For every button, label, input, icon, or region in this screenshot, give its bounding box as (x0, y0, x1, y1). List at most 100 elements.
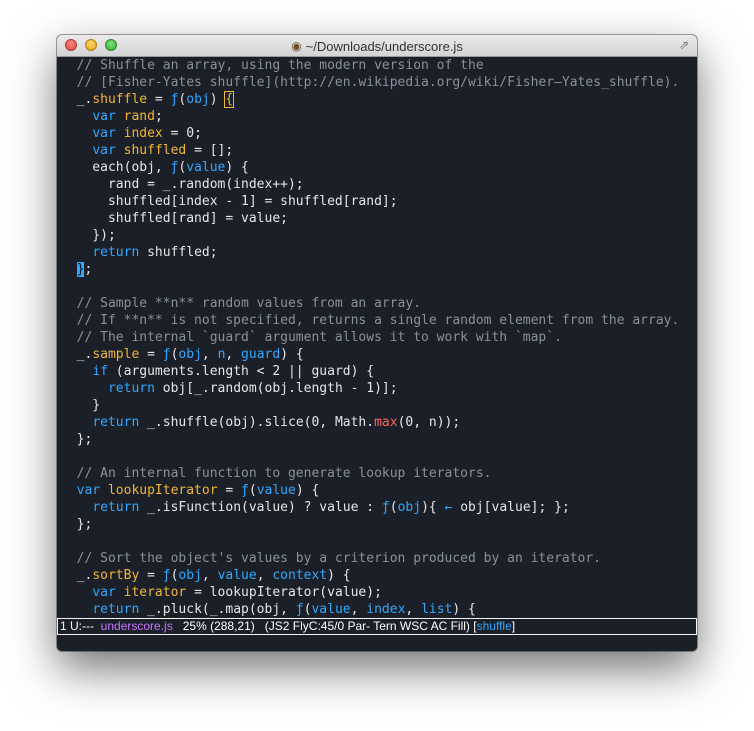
code-line: // [Fisher-Yates shuffle](http://en.wiki… (57, 74, 697, 91)
code-token: lookupIterator (107, 483, 218, 498)
code-token: var (76, 483, 101, 498)
code-line: // Sample **n** random values from an ar… (57, 295, 697, 312)
code-token: var (92, 585, 116, 600)
code-token: shuffled; (139, 245, 218, 260)
code-token: value (217, 568, 257, 583)
fullscreen-icon[interactable]: ⇗ (677, 38, 691, 52)
code-token: rand (123, 109, 155, 124)
window-title: ~/Downloads/underscore.js (305, 38, 463, 54)
code-line: rand = _.random(index++); (57, 176, 697, 193)
code-line: return _.pluck(_.map(obj, ƒ(value, index… (57, 601, 697, 618)
code-line: } (57, 397, 697, 414)
modeline-function: shuffle (476, 619, 512, 633)
code-token: // An internal function to generate look… (61, 466, 492, 481)
code-token: ( (248, 483, 257, 498)
code-line: // If **n** is not specified, returns a … (57, 312, 697, 329)
code-token: ) { (280, 347, 304, 362)
code-token: obj[value]; }; (452, 500, 570, 515)
code-token: _. (61, 92, 93, 107)
code-token: _.isFunction(value) ? value : (139, 500, 382, 515)
code-token: = []; (186, 143, 234, 158)
code-token: = lookupIterator(value); (186, 585, 382, 600)
code-token: ) (209, 92, 226, 107)
matching-brace: { (224, 91, 235, 108)
code-token: shuffled[index - 1] = shuffled[rand]; (61, 194, 398, 209)
code-token: return (92, 245, 140, 260)
code-token: , (405, 602, 422, 617)
code-token: ƒ (162, 568, 171, 583)
code-token: ƒ (162, 347, 171, 362)
code-token: max (374, 415, 398, 430)
code-token: ƒ (295, 602, 304, 617)
modeline-status: 1 U:--- (60, 619, 101, 633)
code-token: var (92, 143, 116, 158)
code-token: shuffle (92, 92, 148, 107)
title-bar[interactable]: ◉ ~/Downloads/underscore.js ⇗ (57, 35, 697, 57)
code-line: // The internal `guard` argument allows … (57, 329, 697, 346)
code-editor[interactable]: // Shuffle an array, using the modern ve… (57, 57, 697, 618)
modeline-filename: underscore.js (100, 619, 173, 633)
code-token: list (421, 602, 453, 617)
code-token: sortBy (92, 568, 140, 583)
code-token: }; (61, 432, 93, 447)
mode-line: 1 U:--- underscore.js 25% (288,21) (JS2 … (57, 618, 697, 635)
code-line: var lookupIterator = ƒ(value) { (57, 482, 697, 499)
code-token: obj (186, 92, 210, 107)
code-token: _.shuffle(obj).slice(0, Math. (139, 415, 375, 430)
code-line: }; (57, 261, 697, 278)
modeline-suffix: ] (511, 619, 516, 633)
editor-window: ◉ ~/Downloads/underscore.js ⇗ // Shuffle… (57, 35, 697, 651)
code-token: // If **n** is not specified, returns a … (61, 313, 680, 328)
code-token: // Shuffle an array, using the modern ve… (61, 58, 484, 73)
code-token: (arguments.length < 2 || guard) { (107, 364, 375, 379)
code-line: _.shuffle = ƒ(obj) { (57, 91, 697, 108)
code-token: obj[_.random(obj.length - 1)]; (154, 381, 398, 396)
code-token: shuffled[rand] = value; (61, 211, 288, 226)
code-token: ) { (452, 602, 476, 617)
code-token: } (61, 398, 101, 413)
code-token: , (201, 568, 218, 583)
code-token: ( (389, 500, 398, 515)
code-line: var iterator = lookupIterator(value); (57, 584, 697, 601)
minibuffer[interactable] (57, 635, 697, 651)
code-line: // An internal function to generate look… (57, 465, 697, 482)
code-token: , (350, 602, 367, 617)
modeline-position: 25% (288,21) (JS2 FlyC:45/0 Par- Tern WS… (172, 619, 477, 633)
code-token: (0, n)); (397, 415, 461, 430)
code-line: return _.isFunction(value) ? value : ƒ(o… (57, 499, 697, 516)
code-token: each(obj, (61, 160, 171, 175)
code-token: ) { (225, 160, 249, 175)
code-line: // Sort the object's values by a criteri… (57, 550, 697, 567)
code-token: // [Fisher-Yates shuffle](http://en.wiki… (61, 75, 680, 90)
code-line: var index = 0; (57, 125, 697, 142)
code-token: ƒ (241, 483, 249, 498)
code-token: return (92, 602, 140, 617)
code-token: , (225, 347, 242, 362)
code-token: if (92, 364, 108, 379)
code-token: value (186, 160, 226, 175)
code-token: var (92, 109, 116, 124)
code-token: obj (178, 568, 202, 583)
code-token: = (139, 568, 163, 583)
code-token: ; (84, 262, 93, 277)
code-token: value (256, 483, 296, 498)
code-token: var (92, 126, 116, 141)
code-token: _.pluck(_.map(obj, (139, 602, 296, 617)
code-token: value (311, 602, 351, 617)
code-token: ; (154, 109, 163, 124)
code-line: var rand; (57, 108, 697, 125)
code-line: shuffled[index - 1] = shuffled[rand]; (57, 193, 697, 210)
code-line: return shuffled; (57, 244, 697, 261)
code-token: ) { (327, 568, 351, 583)
